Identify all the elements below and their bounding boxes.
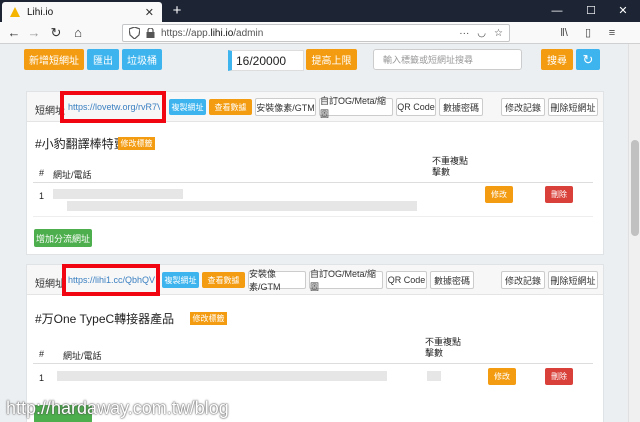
maximize-icon[interactable]: ☐: [574, 0, 608, 22]
custom-og-button[interactable]: 自訂OG/Meta/縮圖: [319, 96, 393, 119]
new-short-url-button[interactable]: 新增短網址: [24, 49, 84, 70]
data-password-button[interactable]: 數據密碼: [430, 271, 474, 289]
panel-header: 短網址 https://lihi1.cc/QbhQV 複製網址 查看數據 安裝像…: [27, 264, 603, 296]
blurred-url: [53, 189, 183, 199]
view-data-button[interactable]: 查看數據: [209, 99, 252, 115]
table-divider: [33, 363, 593, 364]
col-number: #: [39, 349, 45, 359]
search-button[interactable]: 搜尋: [541, 49, 573, 70]
lock-icon: [146, 28, 155, 38]
history-button[interactable]: 修改記錄: [501, 271, 545, 289]
raise-limit-button[interactable]: 提高上限: [306, 49, 357, 70]
blurred-url: [57, 371, 387, 381]
col-url: 網址/電話: [53, 170, 92, 180]
page-content: 新增短網址 匯出 垃圾桶 16/20000 提高上限 輸入標籤或短網址搜尋 搜尋…: [0, 44, 628, 422]
table-divider: [33, 216, 593, 217]
edit-row-button[interactable]: 修改: [485, 186, 513, 203]
add-split-url-button[interactable]: 增加分流網址: [34, 229, 92, 247]
panel-header: 短網址 https://lovetw.org/rvR7V 複製網址 查看數據 安…: [27, 91, 603, 123]
reload-icon[interactable]: ↻: [48, 25, 64, 41]
forward-icon[interactable]: →: [26, 25, 42, 41]
shield-icon: [129, 27, 140, 39]
col-url: 網址/電話: [63, 351, 102, 361]
data-password-button[interactable]: 數據密碼: [439, 98, 483, 116]
qr-code-button[interactable]: QR Code: [396, 98, 436, 116]
library-icon[interactable]: ‖\: [556, 25, 572, 41]
bookmark-star-icon[interactable]: ☆: [494, 28, 503, 39]
trash-button[interactable]: 垃圾桶: [122, 49, 162, 70]
edit-row-button[interactable]: 修改: [488, 368, 516, 385]
tab-title: Lihi.io: [27, 6, 54, 18]
new-tab-icon[interactable]: +: [168, 2, 186, 20]
highlight-box: [62, 264, 160, 296]
short-url-label: 短網址: [35, 279, 65, 290]
edit-title-button[interactable]: 修改標籤: [190, 312, 227, 325]
link-title: #万One TypeC轉接器產品: [35, 312, 175, 326]
page-scrollbar[interactable]: [628, 44, 640, 422]
browser-nav-bar: ← → ↻ ⌂ https://app.lihi.io/admin ··· ◡ …: [0, 22, 640, 44]
refresh-icon[interactable]: ↻: [576, 49, 600, 70]
watermark: http://hardaway.com.tw/blog: [6, 398, 229, 418]
delete-short-url-button[interactable]: 刪除短網址: [548, 98, 598, 116]
install-pixel-button[interactable]: 安裝像素/GTM: [248, 269, 306, 292]
sidebar-icon[interactable]: ▯: [580, 25, 596, 41]
pocket-icon[interactable]: ◡: [477, 28, 486, 39]
back-icon[interactable]: ←: [6, 25, 22, 41]
view-data-button[interactable]: 查看數據: [202, 272, 245, 288]
delete-short-url-button[interactable]: 刪除短網址: [548, 271, 598, 289]
menu-icon[interactable]: ≡: [604, 25, 620, 41]
table-divider: [33, 182, 593, 183]
install-pixel-button[interactable]: 安裝像素/GTM: [255, 98, 316, 116]
blurred-url: [67, 201, 417, 211]
close-tab-icon[interactable]: ✕: [145, 6, 154, 19]
copy-url-button[interactable]: 複製網址: [162, 272, 199, 288]
custom-og-button[interactable]: 自訂OG/Meta/縮圖: [309, 269, 383, 292]
browser-tab[interactable]: Lihi.io ✕: [2, 2, 162, 22]
scrollbar-thumb[interactable]: [631, 140, 639, 236]
copy-url-button[interactable]: 複製網址: [169, 99, 206, 115]
close-window-icon[interactable]: ✕: [606, 0, 640, 22]
url-counter: 16/20000: [228, 50, 304, 71]
search-input[interactable]: 輸入標籤或短網址搜尋: [373, 49, 522, 70]
more-options-icon[interactable]: ···: [459, 28, 469, 39]
minimize-icon[interactable]: —: [540, 0, 574, 22]
col-number: #: [39, 168, 45, 178]
history-button[interactable]: 修改記錄: [501, 98, 545, 116]
home-icon[interactable]: ⌂: [70, 25, 86, 41]
highlight-box: [60, 91, 166, 123]
short-url-panel: 短網址 https://lovetw.org/rvR7V 複製網址 查看數據 安…: [26, 91, 604, 255]
delete-row-button[interactable]: 刪除: [545, 186, 573, 203]
edit-title-button[interactable]: 修改標籤: [118, 137, 155, 150]
link-title: #小豹翻譯棒特賣: [35, 137, 126, 151]
row-number: 1: [39, 191, 45, 201]
url-text: https://app.lihi.io/admin: [161, 27, 264, 39]
col-unique-clicks: 不重複點擊數: [425, 337, 462, 358]
row-number: 1: [39, 373, 45, 383]
delete-row-button[interactable]: 刪除: [545, 368, 573, 385]
qr-code-button[interactable]: QR Code: [386, 271, 427, 289]
lihi-favicon-icon: [10, 7, 20, 17]
col-unique-clicks: 不重複點擊數: [432, 156, 469, 177]
blurred-count: [427, 371, 441, 381]
export-button[interactable]: 匯出: [87, 49, 119, 70]
browser-tab-bar: Lihi.io ✕ + — ☐ ✕: [0, 0, 640, 22]
address-bar[interactable]: https://app.lihi.io/admin ··· ◡ ☆: [122, 24, 510, 42]
